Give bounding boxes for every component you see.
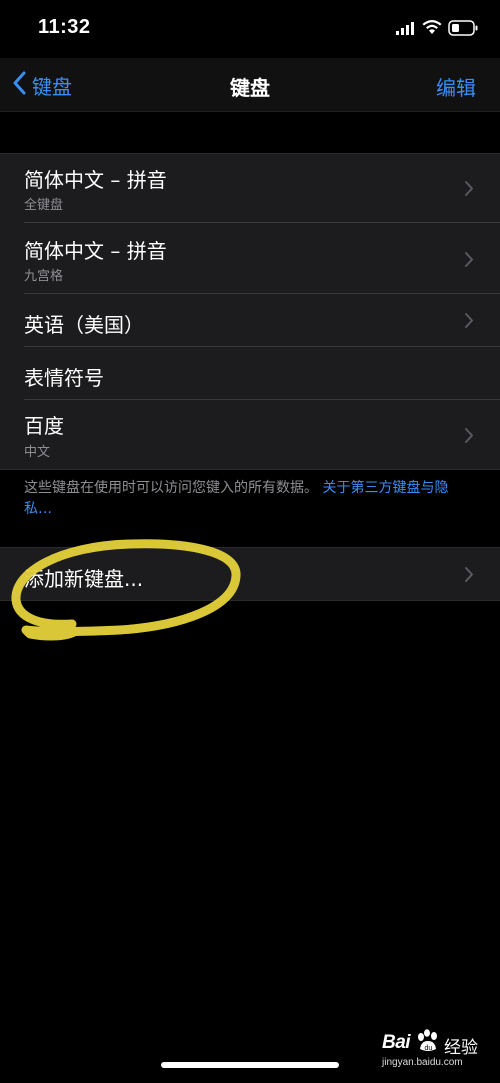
cellular-signal-icon bbox=[396, 21, 416, 40]
baidu-jingyan-watermark: Bai du 经验 jingyan.baidu.com bbox=[382, 1024, 492, 1072]
chevron-right-icon bbox=[464, 427, 474, 448]
svg-text:du: du bbox=[425, 1045, 433, 1052]
keyboard-row-english[interactable]: 英语（美国） bbox=[0, 294, 500, 347]
keyboard-name: 百度 bbox=[24, 414, 64, 438]
keyboard-name: 表情符号 bbox=[24, 366, 104, 390]
chevron-right-icon bbox=[464, 180, 474, 201]
keyboard-layout: 全键盘 bbox=[24, 198, 64, 213]
chevron-right-icon bbox=[464, 251, 474, 272]
keyboard-row-pinyin-9key[interactable]: 简体中文 – 拼音 九宫格 bbox=[0, 223, 500, 294]
add-keyboard-label: 添加新键盘... bbox=[24, 567, 144, 591]
watermark-logo-text: Bai bbox=[382, 1032, 411, 1053]
privacy-note-text: 这些键盘在使用时可以访问您键入的所有数据。 bbox=[24, 480, 318, 496]
keyboard-name: 简体中文 – 拼音 bbox=[24, 239, 167, 263]
keyboard-row-emoji[interactable]: 表情符号 bbox=[0, 347, 500, 400]
status-bar: 11:32 bbox=[0, 0, 500, 58]
privacy-note: 这些键盘在使用时可以访问您键入的所有数据。 关于第三方键盘与隐私… bbox=[24, 478, 474, 520]
paw-icon: du bbox=[415, 1029, 441, 1057]
battery-icon bbox=[448, 20, 478, 40]
keyboard-row-pinyin-full[interactable]: 简体中文 – 拼音 全键盘 bbox=[0, 154, 500, 223]
status-time: 11:32 bbox=[38, 16, 91, 38]
edit-button[interactable]: 编辑 bbox=[436, 72, 476, 101]
add-keyboard-group: 添加新键盘... bbox=[0, 547, 500, 601]
chevron-right-icon bbox=[464, 312, 474, 333]
home-indicator[interactable] bbox=[161, 1062, 339, 1068]
keyboard-name: 英语（美国） bbox=[24, 313, 144, 337]
navigation-bar: 键盘 键盘 编辑 bbox=[0, 58, 500, 112]
keyboards-list: 简体中文 – 拼音 全键盘 简体中文 – 拼音 九宫格 英语（美国） 表情符号 … bbox=[0, 153, 500, 470]
keyboard-layout: 中文 bbox=[24, 445, 51, 460]
wifi-icon bbox=[421, 19, 443, 39]
page-title: 键盘 bbox=[230, 76, 270, 100]
add-new-keyboard-button[interactable]: 添加新键盘... bbox=[0, 548, 500, 600]
keyboard-name: 简体中文 – 拼音 bbox=[24, 168, 167, 192]
watermark-jingyan-text: 经验 bbox=[444, 1038, 478, 1058]
chevron-right-icon bbox=[464, 566, 474, 587]
keyboard-layout: 九宫格 bbox=[24, 269, 64, 284]
keyboard-row-baidu[interactable]: 百度 中文 bbox=[0, 400, 500, 469]
watermark-url: jingyan.baidu.com bbox=[382, 1057, 463, 1068]
